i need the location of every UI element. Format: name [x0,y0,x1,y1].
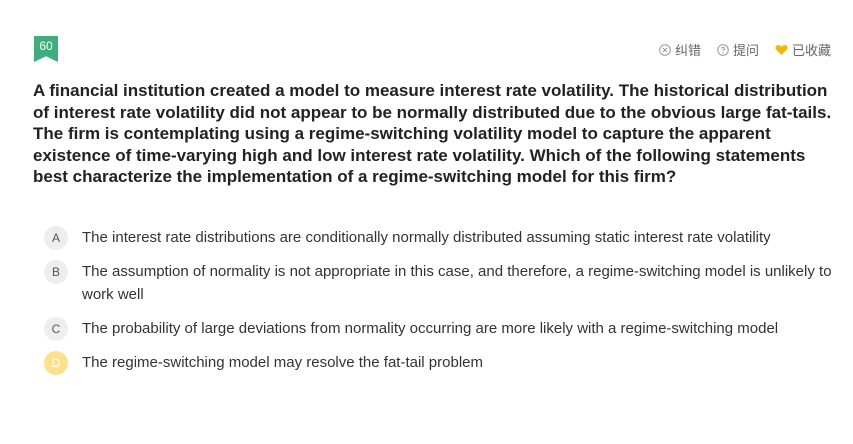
question-number-badge: 60 [34,36,58,62]
ask-question-button[interactable]: 提问 [717,40,759,59]
option-c[interactable]: C The probability of large deviations fr… [44,317,834,341]
close-circle-icon [659,43,671,56]
option-text: The interest rate distributions are cond… [82,229,771,246]
answer-options: A The interest rate distributions are co… [44,226,834,375]
option-letter-badge: C [44,317,68,341]
heart-icon [775,44,788,55]
option-text: The probability of large deviations from… [82,320,779,337]
option-d[interactable]: D The regime-switching model may resolve… [44,351,834,375]
option-letter-badge: A [44,226,68,250]
report-error-button[interactable]: 纠错 [659,40,701,59]
question-toolbar: 纠错 提问 已收藏 [659,40,831,59]
favorite-button[interactable]: 已收藏 [775,40,831,59]
report-error-label: 纠错 [674,43,701,58]
option-letter-badge: B [44,260,68,284]
ask-question-label: 提问 [732,43,759,58]
option-text: The assumption of normality is not appro… [82,263,832,303]
option-text: The regime-switching model may resolve t… [82,354,483,371]
favorite-label: 已收藏 [791,43,831,58]
question-circle-icon [717,43,729,56]
option-a[interactable]: A The interest rate distributions are co… [44,226,834,250]
option-b[interactable]: B The assumption of normality is not app… [44,260,834,306]
option-letter-badge: D [44,351,68,375]
question-text: A financial institution created a model … [33,81,832,186]
